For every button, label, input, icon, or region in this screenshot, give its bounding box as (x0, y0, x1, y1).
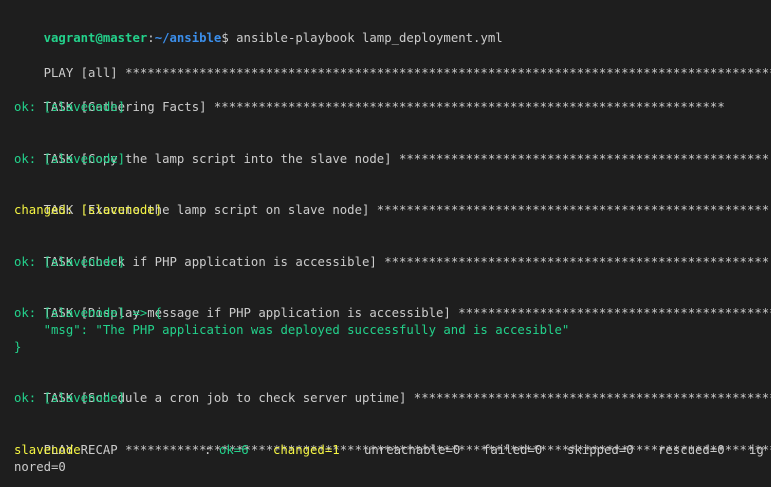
task-stars: ****************************************… (413, 391, 771, 405)
task-result: ok: [slavenode] (14, 255, 126, 269)
task-stars: ****************************************… (213, 100, 725, 114)
play-title: PLAY [all] (43, 66, 126, 80)
task-header: TASK [Copy the lamp script into the slav… (14, 134, 770, 166)
recap-rescued: rescued=0 (658, 443, 725, 457)
recap-colon: : (204, 443, 212, 457)
task-result: ok: [slavenode] (14, 152, 126, 166)
recap-ignored-end: nored=0 (14, 460, 66, 474)
task-result: ok: [slavenode] (14, 391, 126, 405)
recap-changed: changed=1 (273, 443, 340, 457)
terminal-window[interactable]: vagrant@master:~/ansible$ ansible-playbo… (0, 0, 771, 487)
task-header: TASK [Schedule a cron job to check serve… (14, 373, 771, 405)
recap-header: PLAY RECAP *****************************… (14, 425, 771, 457)
prompt-symbol: $ (221, 31, 229, 45)
prompt-line: vagrant@master:~/ansible$ ansible-playbo… (14, 13, 503, 45)
play-header: PLAY [all] *****************************… (14, 48, 771, 80)
task-result: ok: [slavenode] => { (14, 306, 163, 320)
prompt-command: ansible-playbook lamp_deployment.yml (228, 31, 503, 45)
recap-ignored-start: ig (749, 443, 764, 457)
task-header: TASK [Display message if PHP application… (14, 288, 771, 320)
prompt-path: ~/ansible (154, 31, 222, 45)
task-header: TASK [Check if PHP application is access… (14, 237, 770, 269)
task-result: ok: [slavenode] (14, 100, 126, 114)
task-header: TASK [Gathering Facts] *****************… (14, 82, 725, 114)
recap-skipped: skipped=0 (567, 443, 634, 457)
debug-msg: "msg": "The PHP application was deployed… (14, 323, 570, 337)
task-stars: ****************************************… (376, 203, 770, 217)
debug-close-brace: } (14, 340, 22, 354)
play-stars: ****************************************… (125, 66, 771, 80)
task-stars: ****************************************… (399, 152, 770, 166)
task-header: TASK [Execute the lamp script on slave n… (14, 185, 770, 217)
recap-host: slavenode (14, 443, 81, 457)
recap-failed: failed=0 (483, 443, 543, 457)
recap-unreachable: unreachable=0 (364, 443, 461, 457)
recap-ok: ok=6 (219, 443, 249, 457)
task-stars: ****************************************… (458, 306, 771, 320)
prompt-separator: : (147, 31, 155, 45)
prompt-user-host: vagrant@master (43, 31, 148, 45)
task-result-changed: changed: [slavenode] (14, 203, 163, 217)
task-stars: ****************************************… (384, 255, 770, 269)
